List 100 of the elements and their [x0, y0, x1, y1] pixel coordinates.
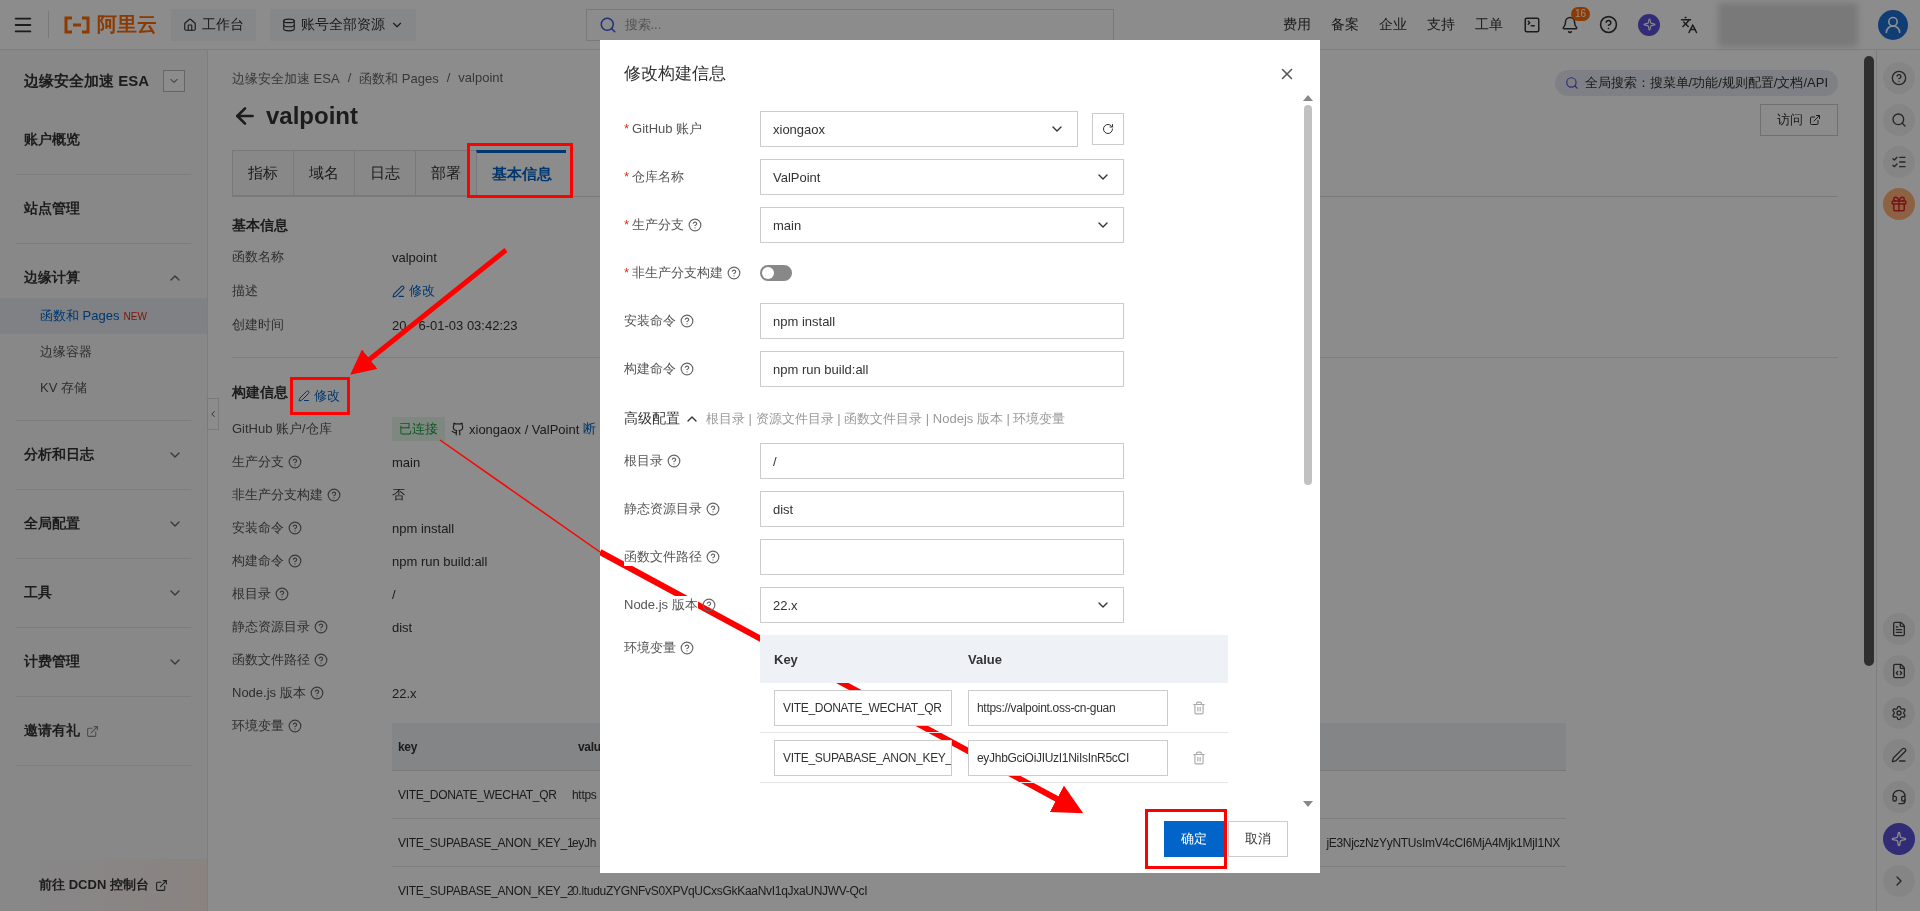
sidebar-item[interactable]: 全局配置	[16, 504, 191, 544]
help-icon[interactable]	[1882, 62, 1915, 94]
sidebar-subitem[interactable]: 函数和 Pages NEW	[0, 298, 207, 334]
workbench-button[interactable]: 工作台	[171, 8, 256, 41]
column-header: Key	[774, 651, 799, 667]
field-label: 根目录	[232, 585, 271, 603]
breadcrumb-link[interactable]: 边缘安全加速 ESA	[232, 70, 340, 88]
refresh-button[interactable]	[1092, 113, 1124, 145]
search-icon[interactable]	[1882, 104, 1915, 136]
scroll-up-icon[interactable]	[1303, 95, 1313, 101]
sidebar-item[interactable]: 工具	[16, 573, 191, 613]
field-label: 描述	[232, 282, 259, 300]
scroll-down-icon[interactable]	[1303, 801, 1313, 807]
sidebar-item[interactable]: 邀请有礼	[16, 711, 191, 751]
field-value: xiongaox / ValPoint	[469, 421, 580, 437]
field-label: 环境变量	[232, 717, 284, 735]
breadcrumb-separator: /	[347, 70, 352, 87]
sidebar-item[interactable]: 边缘计算	[16, 258, 191, 298]
code-file-icon[interactable]	[1882, 655, 1915, 687]
input-field[interactable]: eyJhbGciOiJIUzI1NiIsInR5cCI	[968, 739, 1168, 776]
field-value: /	[392, 586, 396, 602]
field-value: valpoint	[392, 249, 437, 265]
sidebar-subitem[interactable]: KV 存储	[0, 370, 207, 406]
field-value: npm run build:all	[392, 553, 488, 569]
scrollbar[interactable]	[1864, 56, 1874, 666]
input-field[interactable]: dist	[760, 491, 1124, 527]
product-dropdown[interactable]	[163, 70, 185, 92]
chevron-right-icon[interactable]	[1882, 865, 1915, 897]
toggle-switch[interactable]	[760, 265, 792, 281]
nav-link[interactable]: 支持	[1427, 15, 1455, 34]
breadcrumb-link[interactable]: 函数和 Pages	[359, 70, 439, 88]
github-icon	[451, 422, 465, 436]
document-icon[interactable]	[1882, 613, 1915, 645]
tab[interactable]: 基本信息	[476, 150, 566, 196]
input-field[interactable]: npm run build:all	[760, 351, 1124, 387]
column-header: valu	[577, 739, 601, 754]
table-cell: https	[572, 787, 597, 802]
sidebar-item[interactable]: 分析和日志	[16, 435, 191, 475]
disconnect-link[interactable]: 断	[583, 420, 597, 438]
field-label: 静态资源目录	[624, 500, 702, 518]
sidebar-item[interactable]: 账户概览	[16, 120, 191, 160]
delete-icon[interactable]	[1192, 750, 1206, 765]
select-field[interactable]: main	[760, 207, 1124, 243]
settings-icon[interactable]	[1882, 697, 1915, 729]
notification-icon[interactable]	[1561, 15, 1579, 34]
column-header: Value	[968, 651, 1002, 667]
visit-button[interactable]: 访问	[1760, 104, 1838, 136]
input-field[interactable]: VITE_DONATE_WECHAT_QR	[774, 689, 952, 726]
edit-icon	[298, 390, 310, 402]
select-field[interactable]: ValPoint	[760, 159, 1124, 195]
input-field[interactable]: https://valpoint.oss-cn-guan	[968, 689, 1168, 726]
field-label: 非生产分支构建	[232, 486, 323, 504]
breadcrumb-separator: /	[446, 70, 451, 87]
sidebar-item[interactable]: 计费管理	[16, 642, 191, 682]
input-field[interactable]: npm install	[760, 303, 1124, 339]
external-link-icon	[154, 878, 168, 892]
tab[interactable]: 域名	[293, 150, 354, 196]
table-cell-text: VITE_SUPABASE_ANON_KEY_2	[397, 883, 572, 898]
sidebar-subitem[interactable]: 边缘容器	[0, 334, 207, 370]
collapse-handle[interactable]	[207, 398, 219, 430]
select-field[interactable]: xiongaox	[760, 111, 1078, 147]
tab[interactable]: 部署	[415, 150, 476, 196]
input-field[interactable]: /	[760, 443, 1124, 479]
input-field[interactable]	[760, 539, 1124, 575]
tab[interactable]: 日志	[354, 150, 415, 196]
sidebar-item[interactable]: 站点管理	[16, 189, 191, 229]
translate-icon[interactable]	[1680, 15, 1698, 34]
tab[interactable]: 指标	[232, 150, 293, 196]
nav-link[interactable]: 工单	[1475, 15, 1503, 34]
global-search[interactable]: 全局搜索：搜菜单/功能/规则配置/文档/API	[1554, 70, 1838, 96]
edit-icon	[392, 284, 405, 298]
select-field[interactable]: 22.x	[760, 587, 1124, 623]
field-value: 否	[392, 486, 405, 504]
nav-link[interactable]: 备案	[1331, 15, 1359, 34]
confirm-button[interactable]: 确定	[1164, 821, 1224, 857]
field-label: * GitHub 账户	[624, 120, 703, 138]
edit-link[interactable]: 修改	[392, 282, 435, 300]
nav-link[interactable]: 费用	[1283, 15, 1311, 34]
home-icon	[183, 17, 197, 32]
nav-link[interactable]: 企业	[1379, 15, 1407, 34]
cancel-button[interactable]: 取消	[1228, 821, 1288, 857]
edit-link[interactable]: 修改	[298, 387, 340, 405]
sparkle-icon[interactable]	[1638, 13, 1660, 36]
breadcrumb-link[interactable]: valpoint	[458, 70, 504, 88]
help-icon[interactable]	[1599, 15, 1618, 34]
advanced-toggle[interactable]: 高级配置	[624, 410, 700, 428]
sparkle-icon[interactable]	[1882, 823, 1915, 855]
gift-icon[interactable]	[1882, 188, 1915, 220]
avatar[interactable]	[1878, 9, 1908, 40]
delete-icon[interactable]	[1192, 700, 1206, 715]
terminal-icon[interactable]	[1523, 15, 1541, 34]
external-link-icon	[86, 724, 99, 738]
edit-icon[interactable]	[1882, 739, 1915, 771]
resources-dropdown[interactable]: 账号全部资源	[270, 8, 416, 41]
checklist-icon[interactable]	[1882, 146, 1915, 178]
external-link-icon	[1809, 114, 1821, 126]
headset-icon[interactable]	[1882, 781, 1915, 813]
field-label: Node.js 版本	[624, 596, 698, 614]
scrollbar[interactable]	[1300, 95, 1316, 807]
field-label: 创建时间	[232, 316, 285, 334]
